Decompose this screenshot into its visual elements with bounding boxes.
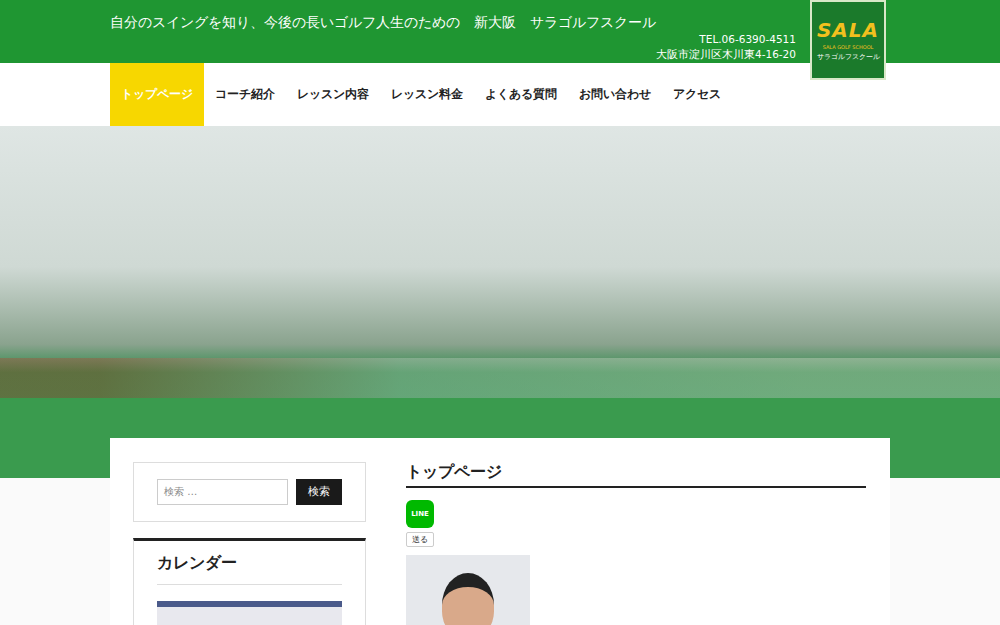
header: 自分のスイングを知り、今後の長いゴルフ人生のための 新大阪 サラゴルフスクールT… xyxy=(0,0,1000,63)
logo-sub: SALA GOLF SCHOOL xyxy=(823,44,874,50)
hero-photo xyxy=(0,126,1000,478)
tagline: 自分のスイングを知り、今後の長いゴルフ人生のための 新大阪 サラゴルフスクール xyxy=(110,0,656,32)
nav-item[interactable]: お問い合わせ xyxy=(568,63,662,126)
address: 大阪市淀川区木川東4-16-20 xyxy=(656,47,796,62)
nav-item[interactable]: コーチ紹介 xyxy=(204,63,286,126)
send-button[interactable]: 送る xyxy=(406,532,434,547)
nav-item[interactable]: アクセス xyxy=(662,63,732,126)
sidebar: 検索 … 検索カレンダー xyxy=(133,462,366,625)
search-button[interactable]: 検索 xyxy=(296,479,342,505)
line-share: LINE 送る xyxy=(406,500,866,547)
hero-net xyxy=(0,358,1000,398)
main-content: トップページ LINE 送る xyxy=(406,462,866,625)
calendar-title: カレンダー xyxy=(157,551,342,584)
nav-item[interactable]: レッスン内容 xyxy=(286,63,380,126)
logo-mark: SALA xyxy=(817,18,879,42)
coach-photo xyxy=(406,555,530,625)
nav-list: トップページコーチ紹介レッスン内容レッスン料金よくある質問お問い合わせアクセス xyxy=(110,63,890,126)
header-inner: 自分のスイングを知り、今後の長いゴルフ人生のための 新大阪 サラゴルフスクールT… xyxy=(110,0,890,63)
calendar-rule xyxy=(157,584,342,585)
coach-row xyxy=(406,555,866,625)
nav-item[interactable]: トップページ xyxy=(110,63,204,126)
nav-item[interactable]: よくある質問 xyxy=(474,63,568,126)
line-icon[interactable]: LINE xyxy=(406,500,434,528)
page-title: トップページ xyxy=(406,462,866,488)
logo[interactable]: SALA SALA GOLF SCHOOL サラゴルフスクール xyxy=(810,0,886,80)
calendar-widget: カレンダー xyxy=(133,538,366,625)
nav-item[interactable]: レッスン料金 xyxy=(380,63,474,126)
content-card: 検索 … 検索カレンダー トップページ LINE 送る xyxy=(110,438,890,625)
logo-name: サラゴルフスクール xyxy=(817,52,880,62)
search-widget: 検索 … 検索 xyxy=(133,462,366,522)
contact: TEL.06-6390-4511大阪市淀川区木川東4-16-20 xyxy=(656,0,796,62)
coach-head xyxy=(442,573,494,625)
page: 自分のスイングを知り、今後の長いゴルフ人生のための 新大阪 サラゴルフスクールT… xyxy=(0,0,1000,625)
search-input[interactable]: 検索 … xyxy=(157,479,288,505)
tel: TEL.06-6390-4511 xyxy=(656,32,796,47)
calendar-photo xyxy=(157,601,342,625)
